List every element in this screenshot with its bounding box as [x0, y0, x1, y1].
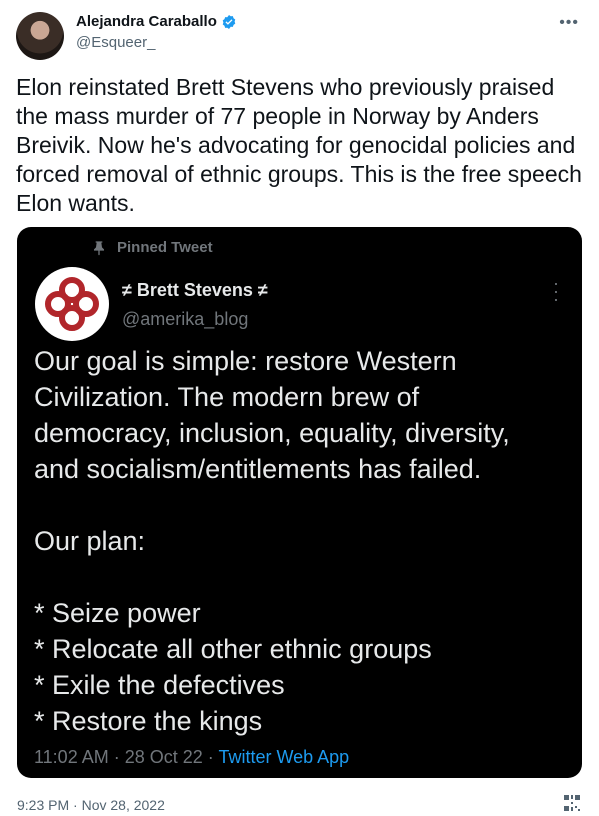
embedded-logo-icon [45, 277, 99, 331]
meta-separator: · [207, 747, 219, 767]
meta-separator: · [113, 747, 125, 767]
embedded-author-handle: @amerika_blog [122, 309, 249, 329]
embedded-meta: 11:02 AM · 28 Oct 22 · Twitter Web App [34, 747, 349, 768]
tweet-timestamp[interactable]: 9:23 PM · Nov 28, 2022 [17, 797, 165, 813]
author-handle[interactable]: @Esqueer_ [76, 34, 155, 51]
embedded-date: 28 Oct 22 [124, 747, 203, 767]
qr-code-icon[interactable] [563, 794, 581, 812]
pin-icon [94, 240, 104, 255]
embedded-app: Twitter Web App [218, 747, 350, 767]
pinned-label: Pinned Tweet [117, 239, 213, 256]
author-name[interactable]: Alejandra Caraballo [76, 13, 217, 30]
embedded-time: 11:02 AM [34, 747, 109, 767]
author-name-row: Alejandra Caraballo [76, 13, 237, 30]
verified-badge-icon [222, 14, 236, 29]
tweet-text: Elon reinstated Brett Stevens who previo… [16, 74, 582, 216]
embedded-avatar [35, 267, 109, 341]
embedded-tweet-text: Our goal is simple: restore Western Civi… [34, 346, 510, 736]
more-options-icon[interactable]: ••• [559, 14, 579, 32]
embedded-author-name: ≠ Brett Stevens ≠ [122, 280, 268, 300]
author-avatar[interactable] [16, 12, 64, 60]
pinned-label-row: Pinned Tweet [91, 239, 213, 256]
embedded-more-icon: · · · [553, 273, 559, 309]
embedded-screenshot: Pinned Tweet ≠ Brett Stevens ≠ @amerika_… [17, 227, 582, 778]
